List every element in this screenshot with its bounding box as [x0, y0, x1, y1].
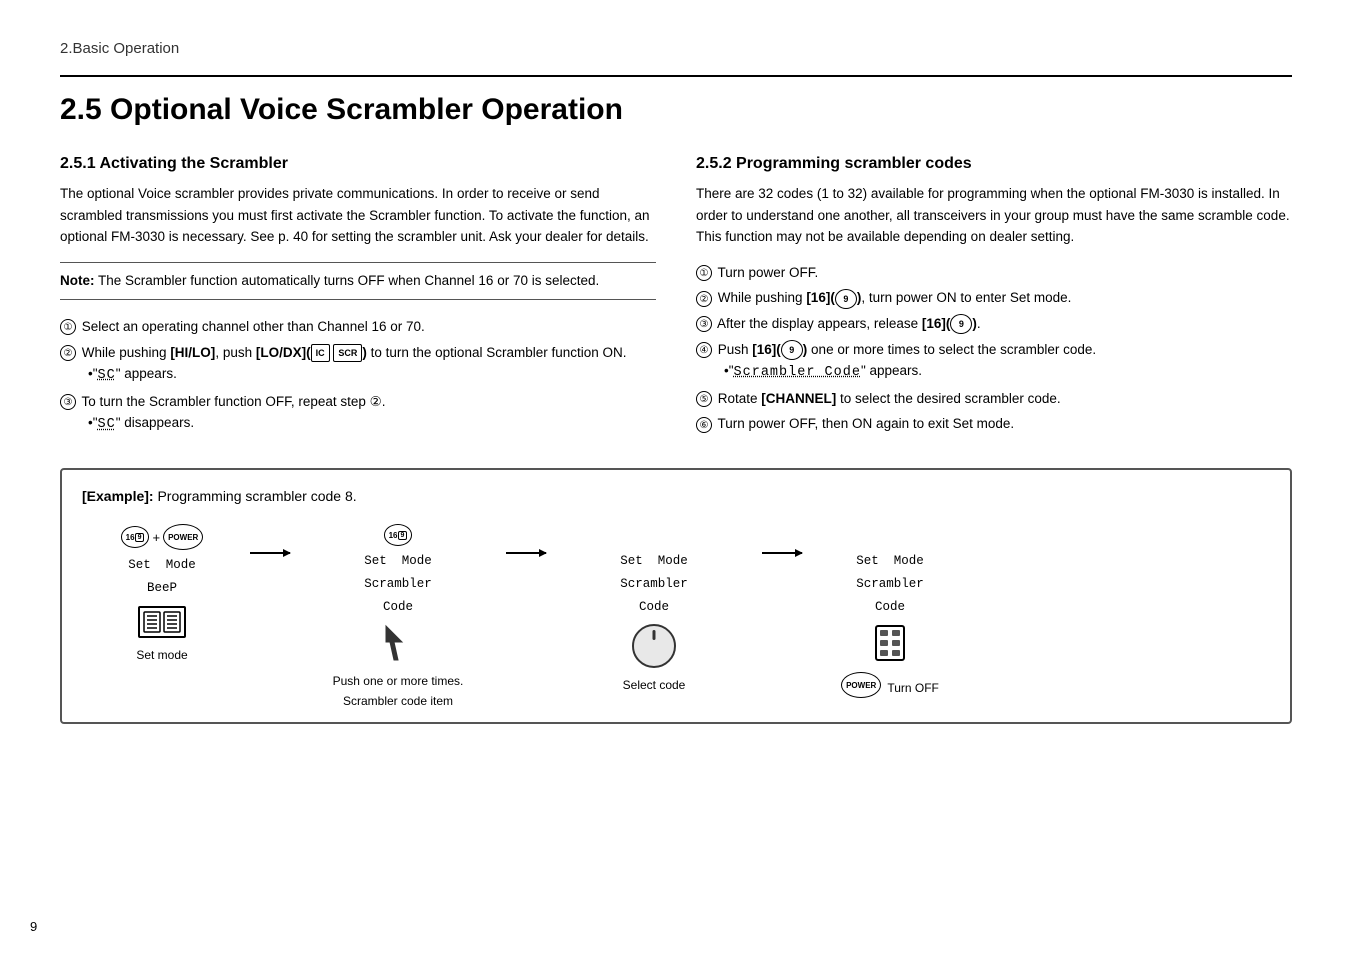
power-btn-off: POWER — [841, 672, 881, 698]
diagram-section-1: 16 9 + POWER Set Mode BeeP — [82, 524, 242, 662]
arrow-right-1 — [250, 552, 290, 554]
s2-step-3: ③ After the display appears, release [16… — [696, 313, 1292, 335]
example-title: [Example]: Programming scrambler code 8. — [82, 488, 1270, 504]
lcd-icon-1 — [138, 606, 186, 638]
example-box: [Example]: Programming scrambler code 8.… — [60, 468, 1292, 724]
key-9-badge-3: 9 — [950, 314, 972, 334]
s2-step-1: ① Turn power OFF. — [696, 262, 1292, 284]
knob-icon — [632, 624, 676, 668]
s2-step-6: ⑥ Turn power OFF, then ON again to exit … — [696, 413, 1292, 435]
sub-bullet-1: •"SC" appears. — [88, 363, 656, 387]
note-text: The Scrambler function automatically tur… — [95, 273, 600, 288]
arrow-1 — [242, 524, 298, 554]
s2-step-5: ⑤ Rotate [CHANNEL] to select the desired… — [696, 388, 1292, 410]
scrambler-label-4: Scrambler — [856, 575, 924, 594]
note-label: Note: The Scrambler function automatical… — [60, 273, 599, 288]
select-code-label: Select code — [623, 678, 686, 692]
diagram-section-3: Set Mode Scrambler Code Select code — [554, 524, 754, 692]
keypad-svg — [874, 624, 906, 662]
beep-label: BeeP — [147, 579, 177, 598]
right-column: 2.5.2 Programming scrambler codes There … — [696, 155, 1292, 440]
code-label-3: Code — [639, 598, 669, 617]
diagram-section-2: 16 9 Set Mode Scrambler Code Push one or… — [298, 524, 498, 708]
set-mode-bottom-1: Set mode — [136, 648, 187, 662]
turn-off-label: Turn OFF — [887, 681, 939, 695]
example-label: [Example]: — [82, 488, 154, 504]
section2-steps: ① Turn power OFF. ② While pushing [16](9… — [696, 262, 1292, 435]
enter-set-mode-header: 16 9 + POWER — [121, 524, 204, 550]
power-btn-1: POWER — [163, 524, 203, 550]
code-label-2: Code — [383, 598, 413, 617]
scrambler-bottom-2: Scrambler code item — [343, 694, 453, 708]
key-hilo: [HI/LO] — [170, 345, 215, 360]
step-2: ② While pushing [HI/LO], push [LO/DX](IC… — [60, 342, 656, 387]
ch16-btn-1: 16 9 — [121, 526, 150, 548]
ch16-btn-2: 16 9 — [384, 524, 413, 546]
sub-bullet-2: •"SC" disappears. — [88, 412, 656, 436]
left-column: 2.5.1 Activating the Scrambler The optio… — [60, 155, 656, 440]
keypad-device — [874, 624, 906, 662]
lcd-display-1 — [138, 606, 186, 638]
section1-steps: ① Select an operating channel other than… — [60, 316, 656, 436]
power-turn-off-row: POWER Turn OFF — [841, 672, 939, 698]
cursor-svg — [384, 624, 412, 664]
main-content: 2.5.1 Activating the Scrambler The optio… — [60, 155, 1292, 440]
arrow-right-2 — [506, 552, 546, 554]
s2-step-2: ② While pushing [16](9), turn power ON t… — [696, 287, 1292, 309]
set-mode-label-4: Set Mode — [856, 552, 924, 571]
note-box: Note: The Scrambler function automatical… — [60, 262, 656, 300]
diagram-row: 16 9 + POWER Set Mode BeeP — [82, 524, 1270, 708]
push-times-label: Push one or more times. — [333, 668, 464, 688]
section1-title: 2.5.1 Activating the Scrambler — [60, 155, 656, 173]
ic-badge: IC — [311, 344, 330, 362]
arrow-3 — [754, 524, 810, 554]
step-1: ① Select an operating channel other than… — [60, 316, 656, 338]
key-9-badge-2: 9 — [835, 289, 857, 309]
diagram-section-4: Set Mode Scrambler Code POWER Turn OFF — [810, 524, 970, 698]
set-mode-label-2: Set Mode — [364, 552, 432, 571]
set-mode-label-3: Set Mode — [620, 552, 688, 571]
scrambler-label-3: Scrambler — [620, 575, 688, 594]
arrow-right-3 — [762, 552, 802, 554]
knob-device — [632, 624, 676, 668]
section1-body: The optional Voice scrambler provides pr… — [60, 183, 656, 248]
code-label-4: Code — [875, 598, 905, 617]
s2-step-4: ④ Push [16](9) one or more times to sele… — [696, 339, 1292, 384]
set-mode-label-1: Set Mode — [128, 556, 196, 575]
lcd-svg-1 — [140, 608, 184, 636]
section2-body: There are 32 codes (1 to 32) available f… — [696, 183, 1292, 248]
section2-title: 2.5.2 Programming scrambler codes — [696, 155, 1292, 173]
sub-bullet-s2-4: •"Scrambler Code" appears. — [724, 360, 1292, 384]
cursor-icon — [384, 624, 412, 664]
example-text: Programming scrambler code 8. — [154, 488, 357, 504]
key-lodx: [LO/DX]( — [256, 345, 311, 360]
scrambler-label-2: Scrambler — [364, 575, 432, 594]
arrow-2 — [498, 524, 554, 554]
push-one-label: Push one or more times. — [333, 674, 464, 688]
scr-badge: SCR — [333, 344, 362, 362]
breadcrumb: 2.Basic Operation — [60, 40, 1292, 57]
step-3: ③ To turn the Scrambler function OFF, re… — [60, 391, 656, 436]
push-header: 16 9 — [384, 524, 413, 546]
key-9-badge-4: 9 — [781, 340, 803, 360]
page-number: 9 — [30, 919, 37, 934]
page-title: 2.5 Optional Voice Scrambler Operation — [60, 75, 1292, 127]
